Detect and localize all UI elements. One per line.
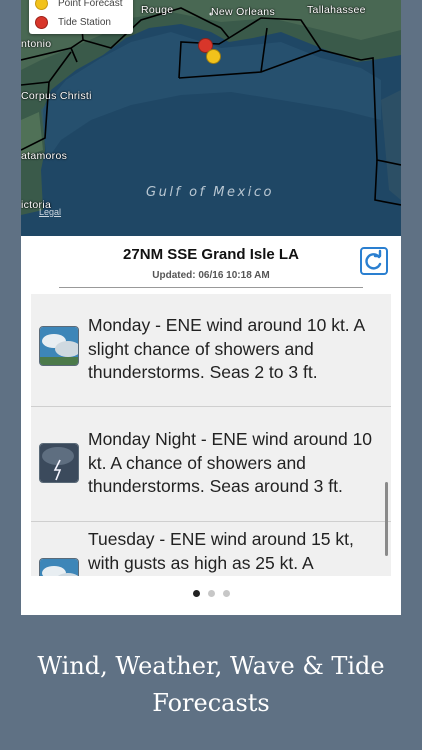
page-dot[interactable]: [207, 590, 215, 597]
list-item[interactable]: Tuesday - ENE wind around 15 kt, with gu…: [31, 522, 391, 576]
marine-map[interactable]: Point Forecast Tide Station Rouge New Or…: [21, 0, 401, 236]
legal-link[interactable]: Legal: [39, 207, 61, 217]
cloudy-sky-icon: [39, 326, 79, 366]
map-legend: Point Forecast Tide Station: [29, 0, 133, 34]
map-graphic: [21, 0, 401, 215]
legend-point-forecast: Point Forecast: [35, 0, 122, 10]
promo-caption: Wind, Weather, Wave & Tide Forecasts: [0, 648, 422, 722]
city-label: Tallahassee: [307, 4, 366, 16]
legend-label: Point Forecast: [58, 0, 123, 9]
refresh-button[interactable]: [360, 247, 388, 275]
forecast-text: Monday - ENE wind around 10 kt. A slight…: [88, 315, 365, 382]
city-label: atamoros: [21, 150, 68, 162]
cloudy-sky-icon: [39, 558, 79, 576]
scrollbar[interactable]: [385, 482, 388, 556]
list-item[interactable]: Monday Night - ENE wind around 10 kt. A …: [31, 407, 391, 522]
updated-time: Updated: 06/16 10:18 AM: [152, 270, 270, 281]
city-label: Corpus Christi: [21, 90, 92, 102]
legend-tide-station: Tide Station: [35, 16, 111, 29]
forecast-text: Monday Night - ENE wind around 10 kt. A …: [88, 429, 373, 496]
thunderstorm-icon: [39, 443, 79, 483]
forecast-list[interactable]: Monday - ENE wind around 10 kt. A slight…: [31, 294, 391, 576]
forecast-text: Tuesday - ENE wind around 15 kt, with gu…: [88, 529, 354, 573]
legend-label: Tide Station: [58, 17, 111, 28]
page-dot[interactable]: [192, 590, 200, 597]
app-screen: Point Forecast Tide Station Rouge New Or…: [21, 0, 401, 615]
page-dot[interactable]: [222, 590, 230, 597]
list-item[interactable]: Monday - ENE wind around 10 kt. A slight…: [31, 294, 391, 407]
divider: [59, 287, 363, 288]
point-forecast-marker[interactable]: [206, 49, 221, 64]
yellow-dot-icon: [35, 0, 48, 10]
caption-line: Forecasts: [152, 689, 270, 717]
city-label: New Orleans: [211, 6, 275, 18]
page-indicator[interactable]: [21, 590, 401, 597]
gulf-label: Gulf of Mexico: [146, 185, 274, 200]
red-dot-icon: [35, 16, 48, 29]
city-label: ntonio: [21, 38, 52, 50]
forecast-header: 27NM SSE Grand Isle LA Updated: 06/16 10…: [21, 236, 401, 292]
location-title: 27NM SSE Grand Isle LA: [123, 246, 299, 263]
caption-line: Wind, Weather, Wave & Tide: [37, 652, 385, 680]
refresh-icon: [365, 249, 382, 270]
city-label: Rouge: [141, 4, 174, 16]
